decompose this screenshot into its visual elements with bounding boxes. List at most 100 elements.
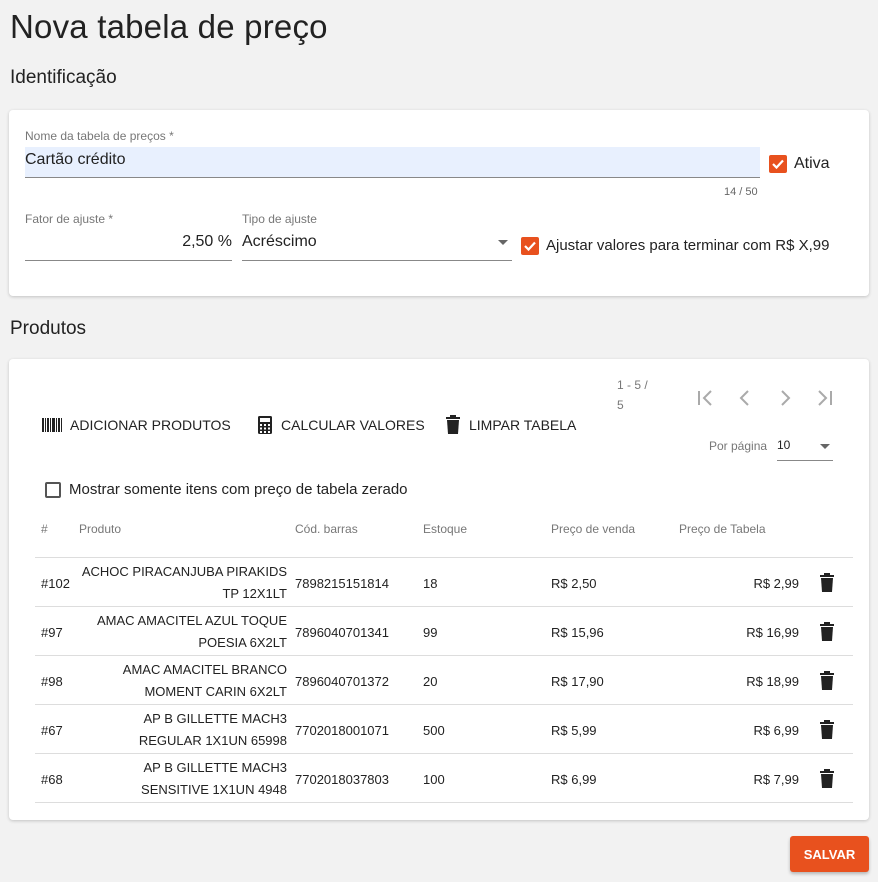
row-estoque: 100 — [423, 772, 445, 787]
tipo-value: Acréscimo — [242, 233, 317, 250]
row-produto-line1: AP B GILLETTE MACH3 — [143, 760, 287, 775]
save-button[interactable]: SALVAR — [790, 836, 869, 872]
pagination-range-line2: 5 — [617, 398, 624, 412]
row-tabela[interactable]: R$ 6,99 — [699, 723, 799, 738]
limpar-tabela-button[interactable]: LIMPAR TABELA — [445, 415, 576, 435]
row-produto-line2: REGULAR 1X1UN 65998 — [138, 733, 287, 748]
row-barras: 7702018001071 — [295, 723, 389, 738]
dropdown-arrow-icon — [498, 240, 508, 245]
adicionar-produtos-label: ADICIONAR PRODUTOS — [70, 417, 231, 433]
per-page-underline — [777, 460, 833, 461]
row-divider — [35, 704, 853, 705]
row-produto-line1: ACHOC PIRACANJUBA PIRAKIDS — [81, 564, 287, 579]
pagination-range: 1 - 5 / 5 — [617, 375, 648, 415]
per-page-label: Por página — [709, 439, 768, 453]
row-produto: AMAC AMACITEL AZUL TOQUE POESIA 6X2LT — [57, 610, 287, 654]
column-header-barras: Cód. barras — [295, 522, 358, 536]
trash-icon[interactable] — [817, 573, 837, 593]
check-icon — [772, 159, 784, 170]
tipo-underline — [242, 260, 512, 261]
row-venda: R$ 6,99 — [551, 772, 597, 787]
per-page-select[interactable]: 10 — [777, 433, 833, 461]
row-estoque: 500 — [423, 723, 445, 738]
trash-icon[interactable] — [817, 769, 837, 789]
column-header-tabela: Preço de Tabela — [679, 522, 766, 536]
nome-underline — [25, 177, 760, 178]
column-header-produto: Produto — [79, 522, 122, 536]
next-page-icon[interactable] — [773, 386, 797, 410]
row-venda: R$ 2,50 — [551, 576, 597, 591]
previous-page-icon[interactable] — [733, 386, 757, 410]
column-header-venda: Preço de venda — [551, 522, 636, 536]
fator-value[interactable]: 2,50 % — [25, 233, 232, 251]
identificacao-section-title: Identificação — [10, 67, 117, 88]
nome-value: Cartão crédito — [25, 151, 126, 168]
row-tabela[interactable]: R$ 2,99 — [699, 576, 799, 591]
row-produto: AP B GILLETTE MACH3 SENSITIVE 1X1UN 4948 — [57, 757, 287, 801]
row-barras: 7898215151814 — [295, 576, 389, 591]
row-produto-line2: POESIA 6X2LT — [198, 635, 287, 650]
row-barras: 7702018037803 — [295, 772, 389, 787]
fator-underline — [25, 260, 232, 261]
row-produto-line1: AMAC AMACITEL AZUL TOQUE — [97, 613, 287, 628]
trash-icon — [446, 415, 460, 434]
row-produto-line2: TP 12X1LT — [222, 586, 287, 601]
trash-icon[interactable] — [817, 622, 837, 642]
row-divider — [35, 606, 853, 607]
nome-label: Nome da tabela de preços * — [25, 129, 174, 143]
row-divider — [35, 753, 853, 754]
ajustar-label: Ajustar valores para terminar com R$ X,9… — [546, 237, 830, 254]
header-divider — [35, 557, 853, 558]
row-tabela[interactable]: R$ 18,99 — [699, 674, 799, 689]
row-produto-line2: SENSITIVE 1X1UN 4948 — [141, 782, 287, 797]
column-header-id: # — [41, 522, 48, 536]
produtos-section-title: Produtos — [10, 318, 87, 339]
produtos-card: 1 - 5 / 5 ADICIONAR PRODUTOS CALCULAR VA… — [9, 359, 869, 820]
nome-field[interactable]: Cartão crédito — [25, 147, 760, 177]
ajustar-checkbox[interactable] — [521, 237, 539, 255]
row-produto-line1: AMAC AMACITEL BRANCO — [122, 662, 287, 677]
tipo-select[interactable]: Acréscimo — [242, 228, 512, 260]
barcode-icon — [42, 418, 62, 432]
row-estoque: 18 — [423, 576, 438, 591]
last-page-icon[interactable] — [813, 386, 837, 410]
page-title: Nova tabela de preço — [10, 8, 328, 45]
per-page-value: 10 — [777, 438, 791, 452]
ativa-label: Ativa — [794, 155, 830, 172]
row-estoque: 20 — [423, 674, 438, 689]
check-icon — [524, 241, 536, 252]
row-venda: R$ 17,90 — [551, 674, 604, 689]
row-venda: R$ 5,99 — [551, 723, 597, 738]
column-header-estoque: Estoque — [423, 522, 468, 536]
row-tabela[interactable]: R$ 7,99 — [699, 772, 799, 787]
tipo-label: Tipo de ajuste — [242, 212, 317, 226]
row-venda: R$ 15,96 — [551, 625, 604, 640]
fator-label: Fator de ajuste * — [25, 212, 114, 226]
row-barras: 7896040701341 — [295, 625, 389, 640]
zerado-filter-label: Mostrar somente itens com preço de tabel… — [69, 481, 408, 498]
row-barras: 7896040701372 — [295, 674, 389, 689]
row-divider — [35, 655, 853, 656]
calcular-valores-button[interactable]: CALCULAR VALORES — [257, 415, 425, 435]
row-tabela[interactable]: R$ 16,99 — [699, 625, 799, 640]
trash-icon[interactable] — [817, 671, 837, 691]
calculator-icon — [258, 416, 272, 434]
row-produto-line1: AP B GILLETTE MACH3 — [143, 711, 287, 726]
row-produto: ACHOC PIRACANJUBA PIRAKIDS TP 12X1LT — [57, 561, 287, 605]
calcular-valores-label: CALCULAR VALORES — [281, 417, 425, 433]
row-produto-line2: MOMENT CARIN 6X2LT — [144, 684, 287, 699]
pagination-range-line1: 1 - 5 / — [617, 378, 648, 392]
row-divider — [35, 802, 853, 803]
ativa-checkbox[interactable] — [769, 155, 787, 173]
nome-counter: 14 / 50 — [724, 186, 758, 198]
dropdown-arrow-icon — [820, 444, 830, 449]
row-produto: AP B GILLETTE MACH3 REGULAR 1X1UN 65998 — [57, 708, 287, 752]
identificacao-card: Nome da tabela de preços * Cartão crédit… — [9, 110, 869, 296]
zerado-filter-checkbox[interactable] — [45, 482, 61, 498]
first-page-icon[interactable] — [693, 386, 717, 410]
adicionar-produtos-button[interactable]: ADICIONAR PRODUTOS — [42, 417, 231, 433]
row-produto: AMAC AMACITEL BRANCO MOMENT CARIN 6X2LT — [57, 659, 287, 703]
trash-icon[interactable] — [817, 720, 837, 740]
row-estoque: 99 — [423, 625, 438, 640]
limpar-tabela-label: LIMPAR TABELA — [469, 417, 577, 433]
